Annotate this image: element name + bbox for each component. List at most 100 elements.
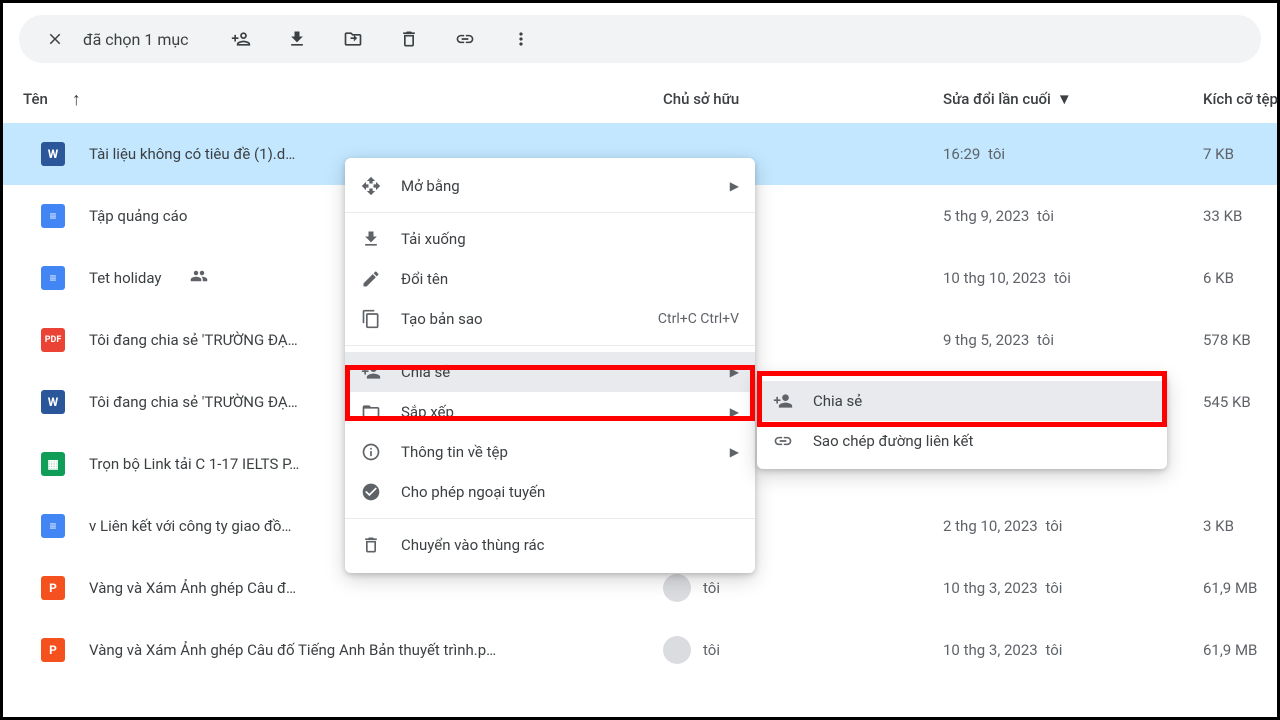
download-button[interactable] — [277, 19, 317, 59]
link-icon — [773, 431, 793, 451]
context-menu: Mở bằng ▶ Tải xuống Đổi tên Tạo bản sao Ctrl+… — [345, 158, 755, 573]
modified-cell: 10 thg 3, 2023 tôi — [943, 641, 1203, 659]
file-type-icon: W — [41, 142, 65, 166]
download-icon — [361, 229, 381, 249]
chevron-right-icon: ▶ — [730, 179, 739, 193]
menu-item-label: Thông tin về tệp — [401, 443, 710, 461]
share-icon — [361, 362, 381, 382]
file-name-label: Vàng và Xám Ảnh ghép Câu đ… — [89, 579, 296, 597]
modified-cell: 5 thg 9, 2023 tôi — [943, 207, 1203, 225]
sort-arrow-icon: ↑ — [72, 89, 81, 110]
file-name-label: Tet holiday — [89, 269, 162, 287]
move-button[interactable] — [333, 19, 373, 59]
file-name-label: v Liên kết với công ty giao đồ… — [89, 517, 291, 535]
trash-icon — [361, 535, 381, 555]
menu-item-label: Tạo bản sao — [401, 310, 638, 328]
more-button[interactable] — [501, 19, 541, 59]
folder-move-icon — [343, 29, 363, 49]
file-name-label: Tài liệu không có tiêu đề (1).d… — [89, 145, 295, 163]
size-cell: 61,9 MB — [1203, 641, 1280, 659]
person-add-icon — [231, 29, 251, 49]
file-name-label: Tôi đang chia sẻ 'TRƯỜNG ĐẠ… — [89, 393, 298, 411]
chevron-down-icon: ▼ — [1057, 90, 1072, 108]
menu-separator — [345, 345, 755, 346]
toolbar-actions — [221, 19, 541, 59]
info-icon — [361, 442, 381, 462]
file-type-icon: ≡ — [41, 514, 65, 538]
col-owner-header[interactable]: Chủ sở hữu — [663, 90, 943, 108]
file-type-icon: ≡ — [41, 266, 65, 290]
file-name-label: Trọn bộ Link tải C 1-17 IELTS P… — [89, 455, 299, 473]
menu-item-trash[interactable]: Chuyển vào thùng rác — [345, 525, 755, 565]
file-name-label: Tôi đang chia sẻ 'TRƯỜNG ĐẠ… — [89, 331, 298, 349]
menu-shortcut: Ctrl+C Ctrl+V — [658, 311, 739, 327]
owner-label: tôi — [703, 641, 720, 659]
menu-item-label: Chia sẻ — [401, 363, 710, 381]
rename-icon — [361, 269, 381, 289]
shared-icon — [190, 267, 208, 289]
menu-item-label: Chia sẻ — [813, 392, 1151, 410]
owner-cell: tôi — [663, 636, 943, 664]
menu-separator — [345, 518, 755, 519]
size-cell: 61,9 MB — [1203, 579, 1280, 597]
file-name-cell: P Vàng và Xám Ảnh ghép Câu đố Tiếng Anh B… — [23, 638, 663, 662]
share-button[interactable] — [221, 19, 261, 59]
link-button[interactable] — [445, 19, 485, 59]
menu-item-link[interactable]: Sao chép đường liên kết — [757, 421, 1167, 461]
share-icon — [773, 391, 793, 411]
selection-count-text: đã chọn 1 mục — [83, 30, 189, 49]
file-type-icon: PDF — [41, 328, 65, 352]
file-type-icon: P — [41, 638, 65, 662]
menu-item-info[interactable]: Thông tin về tệp▶ — [345, 432, 755, 472]
copy-icon — [361, 309, 381, 329]
menu-item-offline[interactable]: Cho phép ngoại tuyến — [345, 472, 755, 512]
size-cell: 33 KB — [1203, 207, 1280, 225]
chevron-right-icon: ▶ — [730, 365, 739, 379]
col-modified-label: Sửa đổi lần cuối — [943, 90, 1051, 108]
modified-cell: 16:29 tôi — [943, 145, 1203, 163]
menu-item-rename[interactable]: Đổi tên — [345, 259, 755, 299]
size-cell: 545 KB — [1203, 393, 1280, 411]
owner-label: tôi — [703, 579, 720, 597]
file-name-label: Vàng và Xám Ảnh ghép Câu đố Tiếng Anh Bả… — [89, 641, 496, 659]
col-name-header[interactable]: Tên ↑ — [23, 89, 663, 110]
avatar — [663, 574, 691, 602]
menu-separator — [345, 212, 755, 213]
menu-item-share[interactable]: Chia sẻ ▶ — [345, 352, 755, 392]
menu-item-open[interactable]: Mở bằng ▶ — [345, 166, 755, 206]
menu-item-label: Mở bằng — [401, 177, 710, 195]
menu-item-organize[interactable]: Sắp xếp▶ — [345, 392, 755, 432]
menu-item-label: Đổi tên — [401, 270, 739, 288]
col-modified-header[interactable]: Sửa đổi lần cuối ▼ — [943, 90, 1203, 108]
modified-cell: 10 thg 10, 2023 tôi — [943, 269, 1203, 287]
col-name-label: Tên — [23, 90, 48, 108]
trash-button[interactable] — [389, 19, 429, 59]
menu-item-share[interactable]: Chia sẻ — [757, 381, 1167, 421]
chevron-right-icon: ▶ — [730, 405, 739, 419]
size-cell: 7 KB — [1203, 145, 1280, 163]
modified-cell: 9 thg 5, 2023 tôi — [943, 331, 1203, 349]
menu-item-download[interactable]: Tải xuống — [345, 219, 755, 259]
file-row[interactable]: P Vàng và Xám Ảnh ghép Câu đố Tiếng Anh B… — [3, 619, 1277, 681]
size-cell: 578 KB — [1203, 331, 1280, 349]
trash-icon — [399, 29, 419, 49]
close-icon — [46, 30, 64, 48]
offline-icon — [361, 482, 381, 502]
menu-item-copy[interactable]: Tạo bản sao Ctrl+C Ctrl+V — [345, 299, 755, 339]
download-icon — [287, 29, 307, 49]
col-size-header[interactable]: Kích cỡ tệp — [1203, 90, 1280, 108]
owner-cell: tôi — [663, 574, 943, 602]
menu-item-label: Sao chép đường liên kết — [813, 432, 1151, 450]
organize-icon — [361, 402, 381, 422]
more-vert-icon — [511, 29, 531, 49]
menu-item-label: Cho phép ngoại tuyến — [401, 483, 739, 501]
modified-cell: 2 thg 10, 2023 tôi — [943, 517, 1203, 535]
menu-item-label: Chuyển vào thùng rác — [401, 536, 739, 554]
file-type-icon: ≡ — [41, 204, 65, 228]
file-type-icon: ▦ — [41, 452, 65, 476]
avatar — [663, 636, 691, 664]
close-selection-button[interactable] — [35, 19, 75, 59]
modified-cell: 10 thg 3, 2023 tôi — [943, 579, 1203, 597]
size-cell: 3 KB — [1203, 517, 1280, 535]
share-submenu: Chia sẻ Sao chép đường liên kết — [757, 373, 1167, 469]
